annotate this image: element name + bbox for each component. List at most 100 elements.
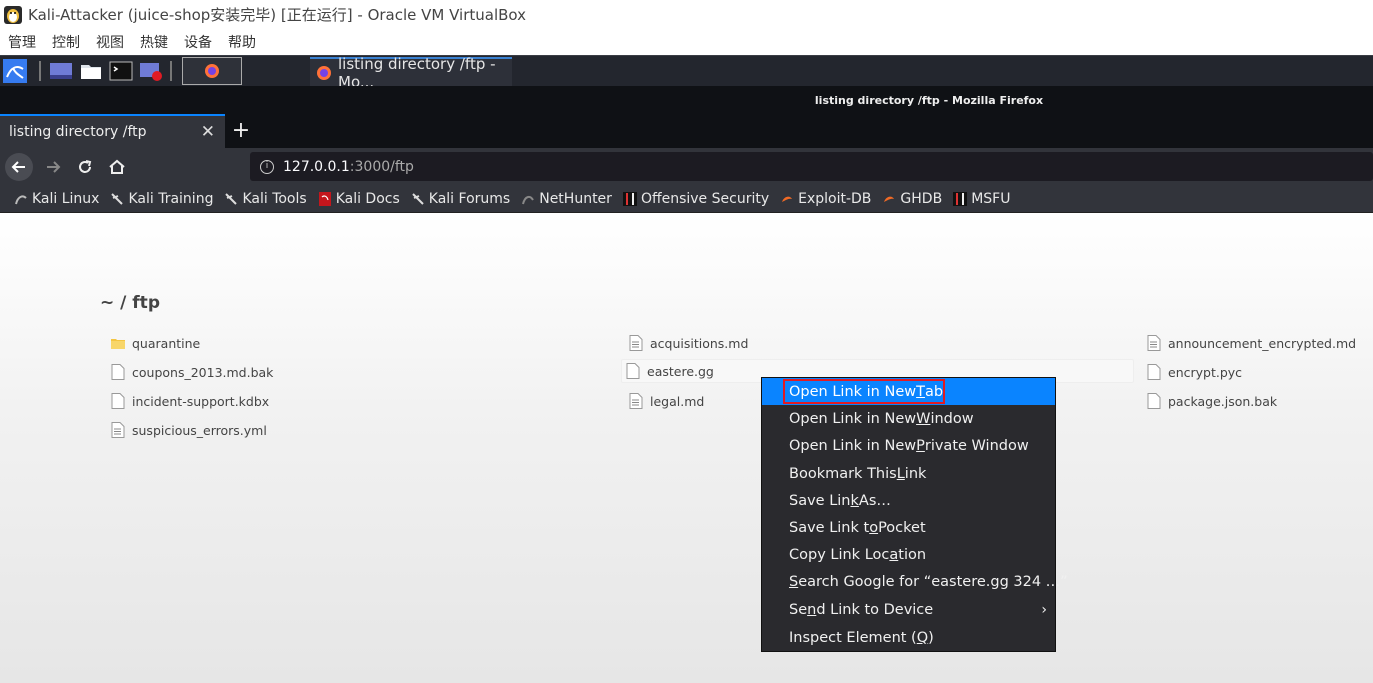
file-link-package-json-bak[interactable]: package.json.bak xyxy=(1143,389,1277,413)
bookmark-label: GHDB xyxy=(900,190,943,207)
menu-help[interactable]: 帮助 xyxy=(220,32,264,52)
file-link-acquisitions[interactable]: acquisitions.md xyxy=(625,331,748,355)
menu-send-link-to-device[interactable]: Se n d Link to Device › xyxy=(762,596,1055,623)
menu-inspect-element[interactable]: Inspect Element (Q) xyxy=(762,624,1055,651)
kali-menu-icon[interactable] xyxy=(3,59,27,83)
virtualbox-window-title: Kali-Attacker (juice-shop安装完毕) [正在运行] - … xyxy=(28,6,527,24)
menu-hotkeys[interactable]: 热键 xyxy=(132,32,176,52)
menu-open-link-new-tab[interactable]: Open Link in New Tab xyxy=(762,378,1055,405)
taskbar-window-firefox[interactable]: listing directory /ftp - Mo... xyxy=(310,55,512,91)
forward-button[interactable] xyxy=(39,153,67,181)
arrow-right-icon xyxy=(47,161,61,173)
menu-label-part: Se xyxy=(789,601,808,618)
file-link-legal[interactable]: legal.md xyxy=(625,389,704,413)
firefox-title-bar: listing directory /ftp - Mozilla Firefox xyxy=(0,86,1373,114)
file-icon xyxy=(1147,393,1161,409)
file-name: quarantine xyxy=(132,335,201,351)
file-name: coupons_2013.md.bak xyxy=(132,364,274,380)
reload-button[interactable] xyxy=(71,153,99,181)
menu-accesskey: k xyxy=(850,492,859,509)
file-icon xyxy=(626,363,640,379)
menu-label-part: earch Google for “eastere.gg 324 …” xyxy=(798,573,1068,590)
show-desktop-icon[interactable] xyxy=(49,59,73,83)
menu-manage[interactable]: 管理 xyxy=(0,32,44,52)
url-path: :3000/ftp xyxy=(349,158,414,175)
bookmark-label: Kali Docs xyxy=(335,190,400,207)
file-name: legal.md xyxy=(650,393,705,409)
menu-save-link-as[interactable]: Save Lin k As… xyxy=(762,487,1055,514)
bookmark-kali-linux[interactable]: Kali Linux xyxy=(14,191,99,207)
menu-search-google[interactable]: Search Google for “eastere.gg 324 …” xyxy=(762,568,1068,595)
nethunter-icon xyxy=(522,195,535,204)
url-bar[interactable]: i 127.0.0.1:3000/ftp xyxy=(250,152,1373,181)
bookmark-label: NetHunter xyxy=(539,190,612,207)
back-button[interactable] xyxy=(5,153,33,181)
menu-devices[interactable]: 设备 xyxy=(176,32,220,52)
bookmark-kali-forums[interactable]: Kali Forums xyxy=(411,191,510,207)
file-link-suspicious-errors[interactable]: suspicious_errors.yml xyxy=(107,418,267,442)
arrow-left-icon xyxy=(11,161,25,173)
file-link-incident-support[interactable]: incident-support.kdbx xyxy=(107,389,269,413)
text-file-icon xyxy=(629,335,643,351)
tab-listing-directory[interactable]: listing directory /ftp ✕ xyxy=(0,114,225,148)
firefox-launcher[interactable] xyxy=(182,57,242,85)
menu-copy-link-location[interactable]: Copy Link Loc a tion xyxy=(762,541,1055,568)
bookmark-exploit-db[interactable]: Exploit-DB xyxy=(780,191,871,207)
close-tab-icon[interactable]: ✕ xyxy=(201,122,215,142)
bookmark-label: Offensive Security xyxy=(640,190,770,207)
menu-open-link-private-window[interactable]: Open Link in New Private Window xyxy=(762,432,1055,459)
file-name: encrypt.pyc xyxy=(1168,364,1243,380)
menu-bookmark-link[interactable]: Bookmark This Link xyxy=(762,460,1055,487)
file-link-announcement-encrypted[interactable]: announcement_encrypted.md xyxy=(1143,331,1356,355)
screen-recorder-icon[interactable] xyxy=(139,59,163,83)
menu-accesskey: n xyxy=(807,601,817,618)
reload-icon xyxy=(79,160,92,173)
menu-label-part: d Link to Device xyxy=(816,601,934,618)
bookmark-msfu[interactable]: MSFU xyxy=(953,191,1010,207)
link-context-menu: Open Link in New Tab Open Link in New Wi… xyxy=(761,377,1068,652)
bookmark-label: Kali Linux xyxy=(32,190,100,207)
bookmark-label: Kali Training xyxy=(128,190,214,207)
bookmark-kali-docs[interactable]: Kali Docs xyxy=(318,191,400,207)
navigation-bar: i 127.0.0.1:3000/ftp xyxy=(0,148,1373,185)
menu-label-part: Save Lin xyxy=(789,492,851,509)
new-tab-button[interactable]: + xyxy=(230,117,252,145)
file-link-coupons[interactable]: coupons_2013.md.bak xyxy=(107,360,273,384)
file-link-quarantine[interactable]: quarantine xyxy=(107,331,200,355)
terminal-icon[interactable] xyxy=(109,59,133,83)
bookmark-label: Exploit-DB xyxy=(798,190,872,207)
menu-accesskey: P xyxy=(916,437,925,454)
bookmark-offensive-security[interactable]: Offensive Security xyxy=(622,190,770,207)
bookmark-nethunter[interactable]: NetHunter xyxy=(521,191,612,207)
menu-label-part: Open Link in New xyxy=(789,410,917,427)
menu-accesskey: Q xyxy=(916,629,929,646)
home-button[interactable] xyxy=(103,153,131,181)
menu-label-part: ) xyxy=(928,629,934,646)
file-name: package.json.bak xyxy=(1168,393,1278,409)
file-manager-icon[interactable] xyxy=(79,59,103,83)
menu-accesskey: o xyxy=(869,519,879,536)
menu-save-link-to-pocket[interactable]: Save Link to Pocket xyxy=(762,514,1055,541)
menu-label-part: Inspect Element ( xyxy=(789,629,917,646)
file-name: eastere.gg xyxy=(647,363,714,379)
site-info-icon[interactable]: i xyxy=(260,159,274,174)
menu-view[interactable]: 视图 xyxy=(88,32,132,52)
bookmark-kali-training[interactable]: Kali Training xyxy=(110,191,213,207)
offsec-icon xyxy=(953,191,968,206)
menu-accesskey: a xyxy=(889,546,899,563)
menu-open-link-new-window[interactable]: Open Link in New Window xyxy=(762,405,1055,432)
file-name: incident-support.kdbx xyxy=(132,393,270,409)
file-link-encrypt-pyc[interactable]: encrypt.pyc xyxy=(1143,360,1242,384)
menu-accesskey: L xyxy=(896,465,905,482)
menu-control[interactable]: 控制 xyxy=(44,32,88,52)
menu-label-part: tion xyxy=(898,546,927,563)
directory-breadcrumb: ~ / ftp xyxy=(100,293,160,313)
text-file-icon xyxy=(1147,335,1161,351)
bookmark-kali-tools[interactable]: Kali Tools xyxy=(224,191,307,207)
kali-dragon-icon xyxy=(225,192,238,205)
home-icon xyxy=(109,159,125,174)
bookmark-ghdb[interactable]: GHDB xyxy=(882,191,942,207)
file-icon xyxy=(111,364,125,380)
file-icon xyxy=(1147,364,1161,380)
bookmark-label: Kali Forums xyxy=(428,190,511,207)
